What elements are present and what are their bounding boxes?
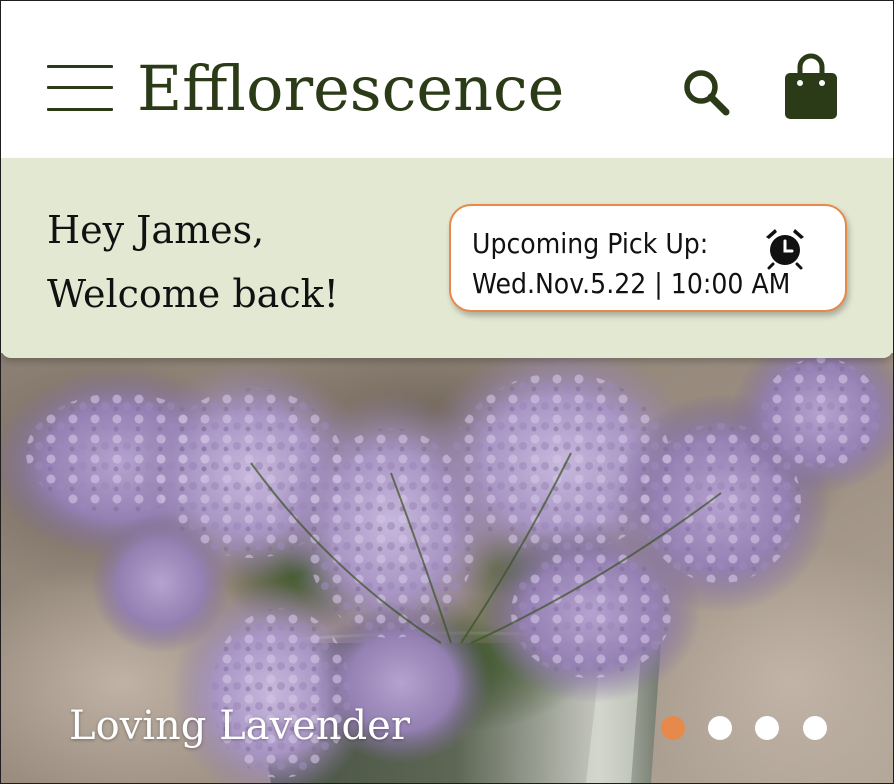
shopping-bag-icon[interactable] — [783, 53, 839, 121]
brand-title: Efflorescence — [137, 52, 565, 125]
menu-line — [47, 108, 113, 111]
carousel-dot-4[interactable] — [803, 716, 827, 740]
greeting-welcome: Welcome back! — [47, 272, 339, 316]
menu-line — [47, 65, 113, 68]
pickup-datetime: Wed.Nov.5.22 | 10:00 AM — [472, 267, 791, 300]
carousel-dot-2[interactable] — [708, 716, 732, 740]
greeting-name: Hey James, — [47, 208, 265, 252]
pickup-title: Upcoming Pick Up: — [472, 227, 709, 260]
app-screen: Efflorescence Hey James, Welcome back! U… — [0, 0, 894, 784]
hero-caption: Loving Lavender — [69, 703, 410, 749]
carousel-dot-3[interactable] — [755, 716, 779, 740]
top-app-bar: Efflorescence — [1, 1, 893, 158]
search-icon[interactable] — [677, 63, 733, 119]
hero-banner[interactable]: Loving Lavender — [1, 353, 893, 783]
alarm-clock-icon — [763, 226, 807, 270]
hamburger-menu-icon[interactable] — [45, 63, 115, 117]
upcoming-pickup-card[interactable]: Upcoming Pick Up: Wed.Nov.5.22 | 10:00 A… — [449, 204, 847, 312]
menu-line — [47, 86, 113, 89]
carousel-indicators — [661, 716, 841, 742]
greeting: Hey James, Welcome back! — [47, 198, 339, 326]
welcome-banner: Hey James, Welcome back! Upcoming Pick U… — [1, 158, 893, 358]
carousel-dot-1[interactable] — [661, 716, 685, 740]
